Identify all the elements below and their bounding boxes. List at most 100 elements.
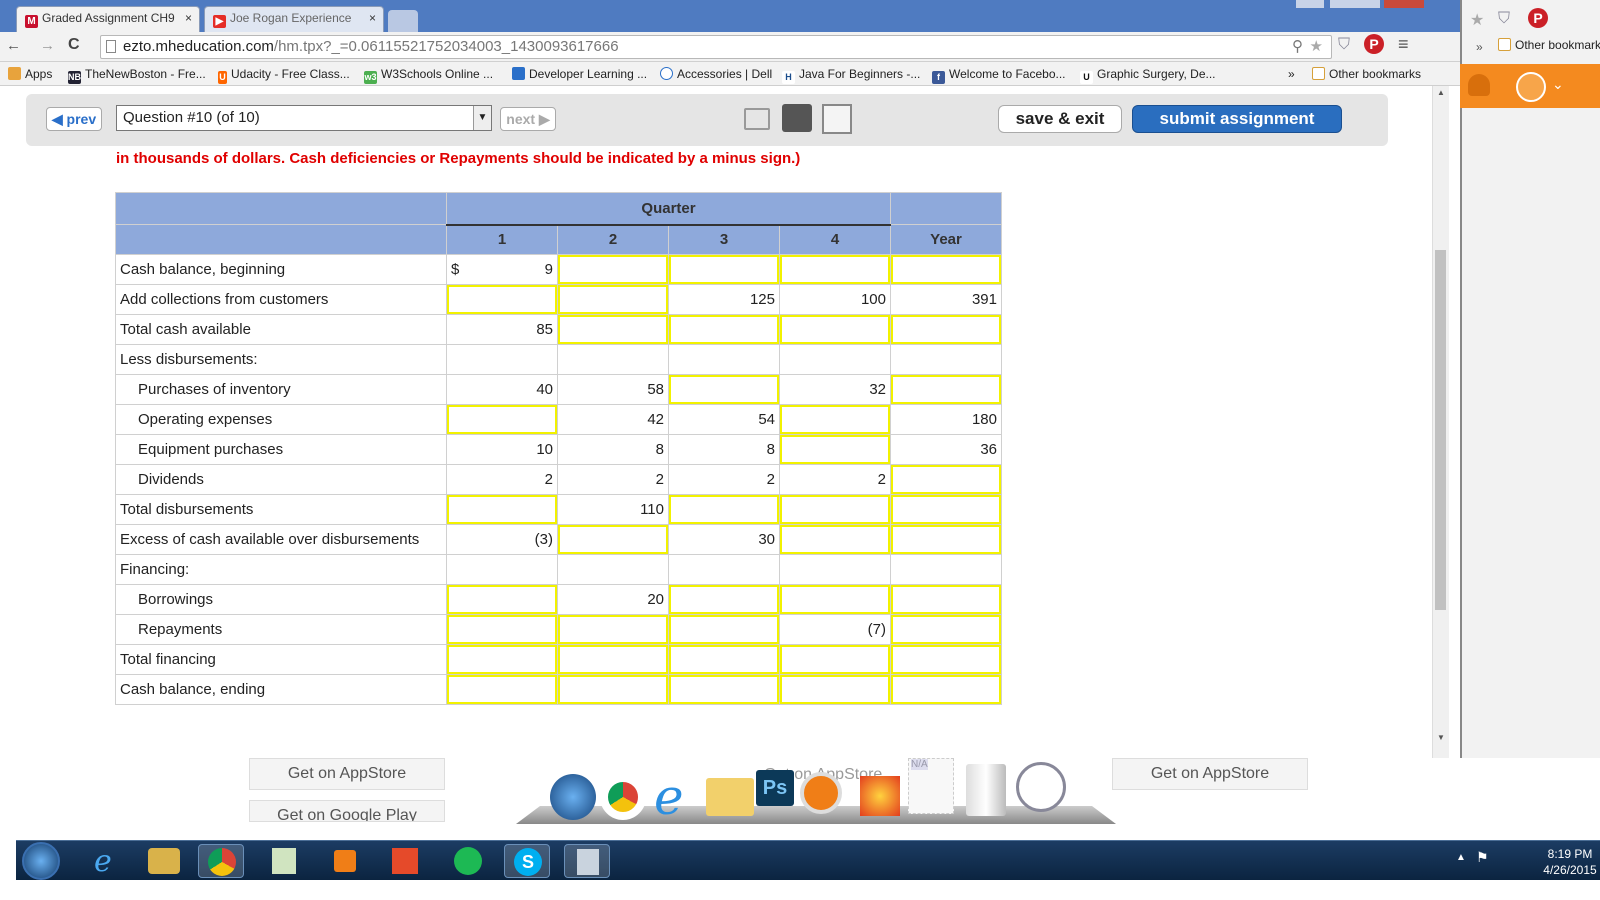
answer-input[interactable] xyxy=(446,584,558,615)
missing-app-dock-icon[interactable]: N/A xyxy=(908,758,954,814)
taskbar-chrome[interactable] xyxy=(198,844,244,878)
answer-input[interactable] xyxy=(890,524,1002,555)
answer-input[interactable] xyxy=(557,614,669,645)
answer-input[interactable] xyxy=(779,674,891,705)
bookmark-developer-learning[interactable]: Developer Learning ... xyxy=(512,67,647,81)
shield-icon[interactable]: ⛉ xyxy=(1498,10,1510,28)
bookmark-other[interactable]: Other bookmarks xyxy=(1312,67,1421,81)
overflow-chevron-icon[interactable]: » xyxy=(1476,40,1483,54)
answer-input[interactable] xyxy=(779,314,891,345)
bookmark-apps[interactable]: Apps xyxy=(8,67,52,81)
scrollbar-thumb[interactable] xyxy=(1435,250,1446,610)
taskbar-calculator[interactable] xyxy=(564,844,610,878)
address-bar[interactable]: ezto.mheducation.com/hm.tpx?_=0.06115521… xyxy=(100,35,1332,59)
answer-input[interactable] xyxy=(779,494,891,525)
bookmark-other-right[interactable]: Other bookmarks xyxy=(1498,38,1600,52)
answer-input[interactable] xyxy=(557,284,669,315)
question-select[interactable]: Question #10 (of 10) ▼ xyxy=(116,105,492,131)
answer-input[interactable] xyxy=(668,644,780,675)
internet-explorer-dock-icon[interactable]: e xyxy=(654,768,684,826)
taskbar-spotify[interactable] xyxy=(444,844,490,878)
star-icon[interactable]: ★ xyxy=(1310,37,1323,55)
answer-input[interactable] xyxy=(890,314,1002,345)
scroll-up-icon[interactable]: ▲ xyxy=(1437,88,1445,97)
pinterest-icon[interactable]: P xyxy=(1364,34,1384,54)
star-icon[interactable]: ★ xyxy=(1470,10,1484,30)
answer-input[interactable] xyxy=(668,314,780,345)
prev-button[interactable]: ◀ prev xyxy=(46,107,102,131)
answer-input[interactable] xyxy=(890,644,1002,675)
bookmark-graphic-surgery[interactable]: U Graphic Surgery, De... xyxy=(1080,67,1216,84)
windows-dock-icon[interactable] xyxy=(550,774,596,820)
bookmark-java[interactable]: H Java For Beginners -... xyxy=(782,67,920,84)
close-tab-icon[interactable]: × xyxy=(369,11,376,25)
avatar[interactable] xyxy=(1516,72,1546,102)
clock-dock-icon[interactable] xyxy=(1016,762,1066,812)
answer-input[interactable] xyxy=(890,254,1002,285)
answer-input[interactable] xyxy=(557,644,669,675)
start-button[interactable] xyxy=(22,842,60,880)
answer-input[interactable] xyxy=(668,614,780,645)
print-icon[interactable] xyxy=(782,104,812,132)
taskbar-media-player[interactable] xyxy=(322,844,368,878)
answer-input[interactable] xyxy=(668,674,780,705)
chrome-dock-icon[interactable] xyxy=(600,774,646,820)
bookmark-thenewboston[interactable]: NB TheNewBoston - Fre... xyxy=(68,67,206,84)
taskbar-clock[interactable]: 8:19 PM 4/26/2015 xyxy=(1542,846,1598,878)
answer-input[interactable] xyxy=(668,584,780,615)
tray-expand-icon[interactable]: ▲ xyxy=(1456,852,1466,863)
answer-input[interactable] xyxy=(557,254,669,285)
reload-icon[interactable]: C xyxy=(68,36,80,54)
answer-input[interactable] xyxy=(446,674,558,705)
answer-input[interactable] xyxy=(779,644,891,675)
save-disk-icon[interactable] xyxy=(822,104,852,134)
answer-input[interactable] xyxy=(779,434,891,465)
bookmark-facebook[interactable]: f Welcome to Facebo... xyxy=(932,67,1066,84)
answer-input[interactable] xyxy=(557,674,669,705)
answer-input[interactable] xyxy=(779,524,891,555)
taskbar-notepad[interactable] xyxy=(262,844,308,878)
maximize-button[interactable] xyxy=(1330,0,1380,8)
save-exit-button[interactable]: save & exit xyxy=(998,105,1122,133)
paint-dock-icon[interactable] xyxy=(860,776,900,816)
submit-assignment-button[interactable]: submit assignment xyxy=(1132,105,1342,133)
dropdown-arrow-icon[interactable]: ▼ xyxy=(473,106,491,130)
answer-input[interactable] xyxy=(446,284,558,315)
answer-input[interactable] xyxy=(890,464,1002,495)
answer-input[interactable] xyxy=(890,584,1002,615)
folder-dock-icon[interactable] xyxy=(706,778,754,816)
new-tab-button[interactable] xyxy=(388,10,418,32)
answer-input[interactable] xyxy=(779,254,891,285)
answer-input[interactable] xyxy=(668,374,780,405)
bookmark-dell[interactable]: Accessories | Dell xyxy=(660,67,772,81)
chevron-down-icon[interactable]: ⌄ xyxy=(1552,76,1564,93)
forward-icon[interactable]: → xyxy=(40,37,55,54)
taskbar-internet-explorer[interactable]: e xyxy=(82,844,128,879)
book-icon[interactable] xyxy=(744,108,770,130)
answer-input[interactable] xyxy=(668,254,780,285)
menu-icon[interactable]: ≡ xyxy=(1398,34,1409,55)
answer-input[interactable] xyxy=(446,494,558,525)
taskbar-file-explorer[interactable] xyxy=(148,848,180,874)
answer-input[interactable] xyxy=(890,494,1002,525)
back-icon[interactable]: ← xyxy=(6,37,21,54)
answer-input[interactable] xyxy=(890,614,1002,645)
bookmarks-overflow[interactable]: » xyxy=(1288,67,1295,81)
taskbar-skype[interactable]: S xyxy=(504,844,550,878)
media-player-dock-icon[interactable] xyxy=(800,772,842,814)
answer-input[interactable] xyxy=(890,374,1002,405)
action-center-flag-icon[interactable]: ⚑ xyxy=(1476,849,1489,866)
bookmark-w3schools[interactable]: w3 W3Schools Online ... xyxy=(364,67,493,84)
answer-input[interactable] xyxy=(446,644,558,675)
pinterest-icon[interactable]: P xyxy=(1528,8,1548,28)
close-tab-icon[interactable]: × xyxy=(185,11,192,25)
minimize-button[interactable] xyxy=(1296,0,1324,8)
answer-input[interactable] xyxy=(890,674,1002,705)
close-window-button[interactable] xyxy=(1384,0,1424,8)
google-play-badge[interactable]: Get on Google Play xyxy=(249,800,445,822)
taskbar-paint[interactable] xyxy=(382,844,428,878)
answer-input[interactable] xyxy=(557,524,669,555)
tab-joe-rogan[interactable]: ▶ Joe Rogan Experience × xyxy=(204,6,384,32)
answer-input[interactable] xyxy=(779,404,891,435)
answer-input[interactable] xyxy=(446,404,558,435)
